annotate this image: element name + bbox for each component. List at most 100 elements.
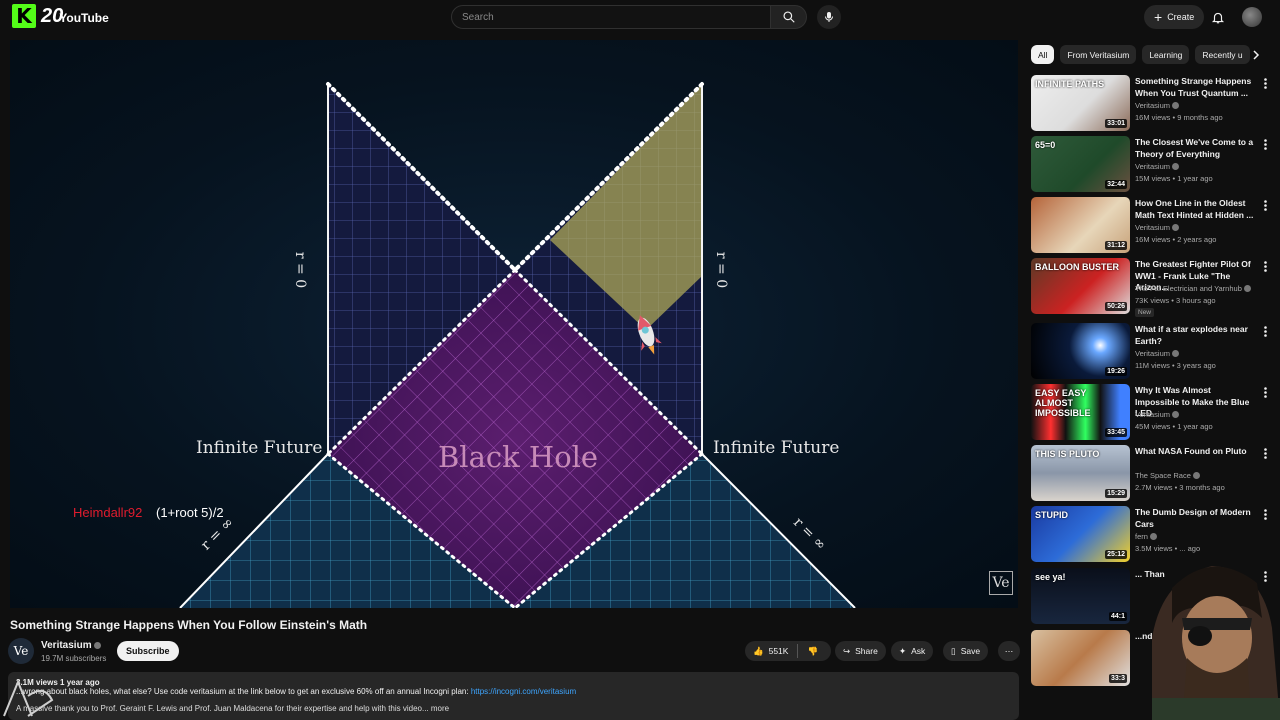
more-vert-icon[interactable]: [1260, 324, 1270, 338]
like-count[interactable]: 551K: [769, 646, 789, 656]
bookmark-icon: ▯: [951, 645, 956, 656]
channel-avatar[interactable]: Ve: [8, 638, 34, 664]
more-horizontal-icon: ⋯: [1004, 645, 1014, 656]
thumbnail-text: EASY EASY ALMOST IMPOSSIBLE: [1035, 388, 1091, 418]
recommendation-thumbnail[interactable]: 19:26: [1031, 323, 1130, 379]
duration-badge: 50:26: [1105, 302, 1127, 311]
recommendation-title[interactable]: The Dumb Design of Modern Cars: [1135, 507, 1255, 530]
recommendation-item[interactable]: 65=0 32:44 The Closest We've Come to a The…: [1031, 136, 1276, 192]
recommendation-title[interactable]: How One Line in the Oldest Math Text Hin…: [1135, 198, 1255, 221]
recommendation-channel-text: fern: [1135, 532, 1148, 541]
recommendation-channel-text: Veritasium: [1135, 162, 1171, 171]
save-button[interactable]: ▯ Save: [943, 641, 989, 661]
recommendation-title[interactable]: The Closest We've Come to a Theory of Ev…: [1135, 137, 1255, 160]
description-meta: 3.1M views 1 year ago: [16, 678, 100, 687]
chip-all[interactable]: All: [1031, 45, 1055, 64]
recommendation-meta: 11M views • 3 years ago: [1135, 361, 1216, 370]
more-vert-icon[interactable]: [1260, 198, 1270, 212]
search-button[interactable]: [771, 5, 807, 29]
label-infinite-future-left: Infinite Future: [196, 438, 323, 458]
recommendation-item[interactable]: 19:26 What if a star explodes near Earth?…: [1031, 323, 1276, 379]
more-vert-icon[interactable]: [1260, 446, 1270, 460]
account-avatar[interactable]: [1242, 7, 1262, 27]
logo[interactable]: K 20 YouTube: [12, 4, 109, 28]
channel-name-text: Veritasium: [41, 640, 92, 651]
description-line-2: A massive thank you to Prof. Geraint F. …: [16, 704, 450, 713]
ask-button[interactable]: ✦ Ask: [891, 641, 934, 661]
share-icon: ↪: [843, 645, 851, 656]
thumbnail-text: THIS IS PLUTO: [1035, 449, 1100, 459]
verified-icon: [1172, 163, 1180, 170]
more-vert-icon[interactable]: [1260, 259, 1270, 273]
notifications-button[interactable]: [1208, 7, 1228, 27]
recommendation-thumbnail[interactable]: 65=0 32:44: [1031, 136, 1130, 192]
recommendation-thumbnail[interactable]: see ya! 44:1: [1031, 568, 1130, 624]
recommendation-title[interactable]: Something Strange Happens When You Trust…: [1135, 76, 1255, 99]
more-actions-button[interactable]: ⋯: [998, 641, 1020, 661]
bell-icon: [1211, 12, 1225, 23]
video-player[interactable]: Infinite Future Infinite Future Black Ho…: [10, 40, 1018, 608]
chip-recently-uploaded[interactable]: Recently u: [1195, 45, 1250, 64]
recommendation-title[interactable]: What if a star explodes near Earth?: [1135, 324, 1255, 347]
streamer-camera-overlay: [1152, 566, 1280, 720]
verified-icon: [1172, 224, 1180, 231]
recommendation-item[interactable]: THIS IS PLUTO 15:29 What NASA Found on Plu…: [1031, 445, 1276, 501]
recommendation-channel-text: The Fat Electrician and Yarnhub: [1135, 284, 1242, 293]
recommendation-thumbnail[interactable]: THIS IS PLUTO 15:29: [1031, 445, 1130, 501]
recommendation-channel[interactable]: Veritasium: [1135, 349, 1180, 358]
recommendation-thumbnail[interactable]: 31:12: [1031, 197, 1130, 253]
recommendation-channel[interactable]: Veritasium: [1135, 223, 1180, 232]
voice-search-button[interactable]: [817, 5, 841, 29]
channel-name[interactable]: Veritasium: [41, 640, 101, 651]
verified-icon: [1192, 472, 1200, 479]
recommendation-item[interactable]: EASY EASY ALMOST IMPOSSIBLE 33:45 Why It W…: [1031, 384, 1276, 440]
recommendation-channel[interactable]: Veritasium: [1135, 162, 1180, 171]
more-vert-icon[interactable]: [1260, 76, 1270, 90]
chat-username: Heimdallr92: [73, 505, 143, 520]
verified-icon: [1172, 102, 1180, 109]
new-badge: New: [1135, 308, 1155, 317]
duration-badge: 33:3: [1108, 674, 1127, 683]
thumbnail-text: see ya!: [1035, 572, 1066, 582]
recommendation-channel[interactable]: Veritasium: [1135, 101, 1180, 110]
recommendation-thumbnail[interactable]: STUPID 25:12: [1031, 506, 1130, 562]
filter-chips: All From Veritasium Learning Recently u: [1031, 45, 1250, 64]
chip-from-veritasium[interactable]: From Veritasium: [1060, 45, 1137, 64]
search-input[interactable]: Search: [451, 5, 771, 29]
recommendation-item[interactable]: INFINITE PATHS 33:01 Something Strange Hap…: [1031, 75, 1276, 131]
duration-badge: 32:44: [1105, 180, 1127, 189]
more-vert-icon[interactable]: [1260, 137, 1270, 151]
more-vert-icon[interactable]: [1260, 385, 1270, 399]
recommendation-channel[interactable]: The Space Race: [1135, 471, 1200, 480]
thumbs-down-icon[interactable]: 👎: [807, 646, 818, 657]
chips-next-button[interactable]: [1248, 47, 1264, 63]
recommendation-channel-text: Veritasium: [1135, 349, 1171, 358]
create-label: Create: [1167, 12, 1195, 22]
recommendation-item[interactable]: BALLOON BUSTER 50:26 The Greatest Fighter …: [1031, 258, 1276, 317]
recommendation-thumbnail[interactable]: BALLOON BUSTER 50:26: [1031, 258, 1130, 314]
recommendation-thumbnail[interactable]: 33:3: [1031, 630, 1130, 686]
description-link[interactable]: https://incogni.com/veritasium: [471, 687, 576, 696]
share-button[interactable]: ↪ Share: [835, 641, 886, 661]
duration-badge: 31:12: [1105, 241, 1127, 250]
create-button[interactable]: + Create: [1144, 5, 1205, 29]
recommendation-channel[interactable]: The Fat Electrician and Yarnhub: [1135, 284, 1251, 293]
recommendation-thumbnail[interactable]: EASY EASY ALMOST IMPOSSIBLE 33:45: [1031, 384, 1130, 440]
like-dislike-group: 👍 551K 👎: [745, 641, 831, 661]
subscribe-button[interactable]: Subscribe: [117, 641, 179, 661]
duration-badge: 15:29: [1105, 489, 1127, 498]
recommendation-channel[interactable]: fern: [1135, 532, 1157, 541]
recommendation-item[interactable]: 31:12 How One Line in the Oldest Math Tex…: [1031, 197, 1276, 253]
thumbs-up-icon[interactable]: 👍: [753, 646, 764, 657]
recommendation-title[interactable]: What NASA Found on Pluto: [1135, 446, 1255, 458]
recommendation-channel-text: Veritasium: [1135, 410, 1171, 419]
channel-watermark[interactable]: Ve: [989, 571, 1013, 595]
save-label: Save: [960, 646, 981, 656]
recommendation-meta: 15M views • 1 year ago: [1135, 174, 1213, 183]
recommendation-meta: 16M views • 2 years ago: [1135, 235, 1217, 244]
more-vert-icon[interactable]: [1260, 507, 1270, 521]
description-box[interactable]: 3.1M views 1 year ago ...wrong about bla…: [8, 672, 1019, 720]
chip-learning[interactable]: Learning: [1142, 45, 1190, 64]
recommendation-channel[interactable]: Veritasium: [1135, 410, 1180, 419]
recommendation-thumbnail[interactable]: INFINITE PATHS 33:01: [1031, 75, 1130, 131]
